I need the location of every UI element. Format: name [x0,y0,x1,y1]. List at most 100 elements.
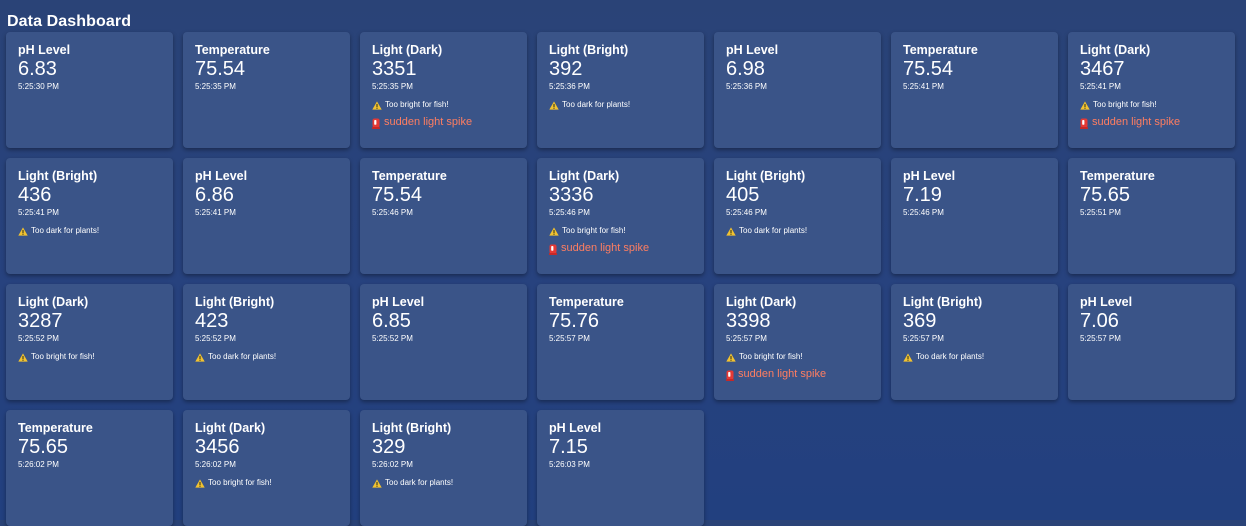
reading-warning: Too bright for fish! [549,226,692,236]
siren-icon [372,118,380,129]
reading-title: Light (Dark) [1080,43,1151,57]
warning-triangle-icon [549,100,559,110]
reading-card: pH Level 7.06 5:25:57 PM [1068,284,1235,400]
reading-warning: Too bright for fish! [18,352,161,362]
reading-value: 75.65 [18,436,69,458]
reading-value: 329 [372,436,406,458]
reading-value: 392 [549,58,583,80]
alert-text: sudden light spike [561,242,650,254]
reading-timestamp: 5:25:57 PM [1080,334,1121,343]
reading-card: Light (Dark) 3287 5:25:52 PM Too bright … [6,284,173,400]
alert-text: sudden light spike [1092,116,1181,128]
reading-card: pH Level 7.19 5:25:46 PM [891,158,1058,274]
reading-value: 405 [726,184,760,206]
reading-title: pH Level [18,43,71,57]
reading-timestamp: 5:25:35 PM [372,82,413,91]
reading-card: Light (Dark) 3336 5:25:46 PM Too bright … [537,158,704,274]
reading-title: pH Level [549,421,602,435]
reading-timestamp: 5:25:46 PM [549,208,590,217]
reading-title: Temperature [195,43,270,57]
reading-title: Light (Bright) [372,421,452,435]
reading-value: 3351 [372,58,417,80]
siren-icon [549,244,557,255]
warning-triangle-icon [1080,100,1090,110]
alert-text: sudden light spike [738,368,827,380]
reading-timestamp: 5:25:52 PM [195,334,236,343]
warning-triangle-icon [195,478,205,488]
warning-triangle-icon [549,226,559,236]
reading-card: Light (Bright) 436 5:25:41 PM Too dark f… [6,158,173,274]
reading-timestamp: 5:25:52 PM [18,334,59,343]
warning-text: Too bright for fish! [208,478,272,487]
reading-timestamp: 5:25:41 PM [903,82,944,91]
siren-icon [1080,118,1088,129]
reading-value: 75.76 [549,310,600,332]
reading-card: Temperature 75.76 5:25:57 PM [537,284,704,400]
reading-warning: Too dark for plants! [195,352,338,362]
reading-title: pH Level [1080,295,1133,309]
reading-timestamp: 5:25:46 PM [372,208,413,217]
warning-text: Too bright for fish! [385,100,449,109]
reading-card: Temperature 75.54 5:25:35 PM [183,32,350,148]
reading-card: pH Level 6.86 5:25:41 PM [183,158,350,274]
reading-value: 3336 [549,184,594,206]
reading-timestamp: 5:25:57 PM [903,334,944,343]
alert-text: sudden light spike [384,116,473,128]
reading-value: 7.06 [1080,310,1119,332]
reading-timestamp: 5:25:41 PM [1080,82,1121,91]
warning-text: Too dark for plants! [31,226,100,235]
reading-title: Light (Bright) [726,169,806,183]
reading-card: pH Level 6.98 5:25:36 PM [714,32,881,148]
reading-title: Temperature [18,421,93,435]
dashboard-grid: pH Level 6.83 5:25:30 PM Temperature 75.… [6,32,1235,526]
reading-timestamp: 5:25:51 PM [1080,208,1121,217]
warning-text: Too bright for fish! [739,352,803,361]
reading-title: pH Level [903,169,956,183]
reading-warning: Too bright for fish! [1080,100,1223,110]
reading-value: 369 [903,310,937,332]
warning-triangle-icon [903,352,913,362]
reading-warning: Too dark for plants! [549,100,692,110]
reading-value: 75.54 [195,58,246,80]
reading-title: Temperature [372,169,447,183]
reading-card: Light (Dark) 3456 5:26:02 PM Too bright … [183,410,350,526]
warning-triangle-icon [18,352,28,362]
reading-timestamp: 5:25:46 PM [726,208,767,217]
reading-card: pH Level 6.83 5:25:30 PM [6,32,173,148]
reading-warning: Too dark for plants! [726,226,869,236]
reading-value: 6.83 [18,58,57,80]
reading-title: Light (Bright) [549,43,629,57]
warning-text: Too dark for plants! [739,226,808,235]
reading-timestamp: 5:26:03 PM [549,460,590,469]
reading-value: 6.85 [372,310,411,332]
reading-card: Temperature 75.65 5:25:51 PM [1068,158,1235,274]
warning-text: Too dark for plants! [916,352,985,361]
reading-value: 7.19 [903,184,942,206]
reading-title: pH Level [372,295,425,309]
warning-text: Too bright for fish! [31,352,95,361]
warning-text: Too dark for plants! [562,100,631,109]
warning-triangle-icon [372,100,382,110]
reading-card: Light (Bright) 329 5:26:02 PM Too dark f… [360,410,527,526]
reading-value: 6.98 [726,58,765,80]
reading-warning: Too dark for plants! [18,226,161,236]
page-title: Data Dashboard [7,13,132,30]
reading-card: Light (Bright) 369 5:25:57 PM Too dark f… [891,284,1058,400]
warning-text: Too dark for plants! [385,478,454,487]
reading-value: 6.86 [195,184,234,206]
reading-title: Temperature [903,43,978,57]
reading-timestamp: 5:25:30 PM [18,82,59,91]
warning-triangle-icon [18,226,28,236]
reading-title: Light (Bright) [903,295,983,309]
reading-card: Light (Dark) 3398 5:25:57 PM Too bright … [714,284,881,400]
reading-title: Light (Bright) [18,169,98,183]
reading-value: 75.65 [1080,184,1131,206]
warning-triangle-icon [726,352,736,362]
warning-triangle-icon [195,352,205,362]
reading-card: pH Level 6.85 5:25:52 PM [360,284,527,400]
reading-title: Light (Dark) [195,421,266,435]
reading-timestamp: 5:25:36 PM [549,82,590,91]
reading-value: 7.15 [549,436,588,458]
reading-timestamp: 5:26:02 PM [372,460,413,469]
reading-warning: Too bright for fish! [195,478,338,488]
